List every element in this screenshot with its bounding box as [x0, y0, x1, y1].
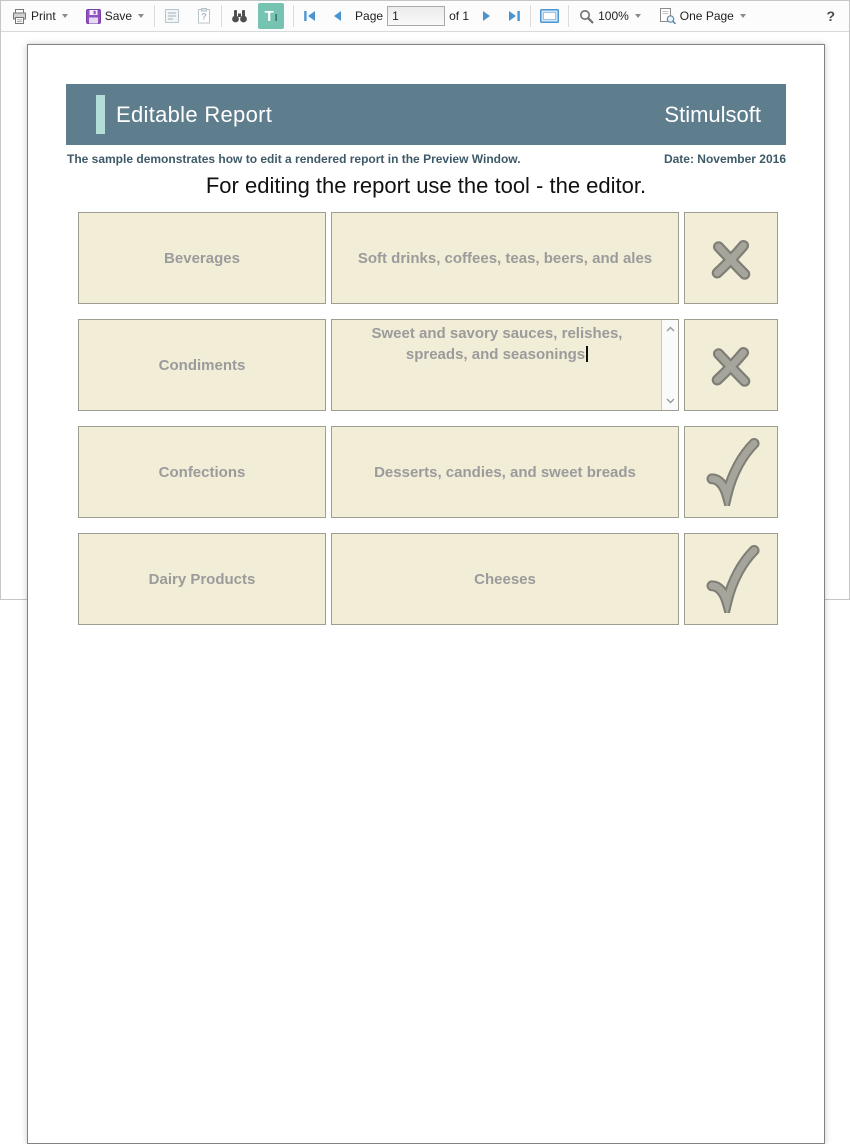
parameters-button-disabled[interactable]	[160, 4, 184, 28]
next-page-button[interactable]	[477, 6, 497, 26]
text-editor-icon: T	[265, 9, 274, 24]
full-screen-button[interactable]	[536, 5, 563, 27]
view-mode-label: One Page	[680, 9, 734, 23]
cross-mark-icon	[703, 230, 759, 286]
table-row: Dairy Products Cheeses	[78, 533, 778, 625]
table-row: Beverages Soft drinks, coffees, teas, be…	[78, 212, 778, 304]
first-page-button[interactable]	[299, 6, 321, 26]
report-subtitle: The sample demonstrates how to edit a re…	[67, 152, 521, 166]
previous-page-icon	[331, 10, 343, 22]
scroll-down-icon	[666, 398, 675, 404]
table-row: Condiments Sweet and savory sauces, reli…	[78, 319, 778, 411]
toolbar: Print Save ?	[1, 1, 849, 32]
help-button[interactable]: ?	[826, 8, 835, 24]
view-mode-button[interactable]: One Page	[654, 5, 751, 27]
page-count-label: of 1	[449, 9, 469, 23]
category-cell[interactable]: Confections	[78, 426, 326, 518]
description-cell[interactable]: Soft drinks, coffees, teas, beers, and a…	[331, 212, 679, 304]
report-heading: For editing the report use the tool - th…	[28, 173, 824, 199]
report-date: Date: November 2016	[664, 152, 786, 166]
description-text: Sweet and savory sauces, relishes, sprea…	[372, 325, 623, 363]
svg-text:?: ?	[201, 12, 207, 22]
scroll-up-icon	[666, 326, 675, 332]
description-inner: Desserts, candies, and sweet breads	[344, 462, 666, 483]
printer-icon	[12, 9, 27, 24]
ibeam-cursor-icon: I	[275, 14, 278, 24]
previous-page-button[interactable]	[327, 6, 347, 26]
description-text: Desserts, candies, and sweet breads	[374, 464, 636, 481]
save-icon	[86, 9, 101, 24]
save-label: Save	[105, 9, 132, 23]
brand-name: Stimulsoft	[664, 102, 761, 128]
description-inner: Cheeses	[344, 569, 666, 590]
report-table: Beverages Soft drinks, coffees, teas, be…	[78, 212, 778, 640]
description-cell[interactable]: Desserts, candies, and sweet breads	[331, 426, 679, 518]
first-page-icon	[303, 10, 317, 22]
last-page-button[interactable]	[503, 6, 525, 26]
separator	[154, 5, 155, 27]
print-button[interactable]: Print	[7, 6, 73, 27]
clipboard-button-disabled[interactable]: ?	[192, 4, 216, 28]
separator	[221, 5, 222, 27]
page-label: Page	[355, 9, 383, 23]
report-header-band: Editable Report Stimulsoft	[66, 84, 786, 145]
report-subline: The sample demonstrates how to edit a re…	[67, 152, 786, 166]
full-screen-icon	[540, 9, 559, 23]
parameters-icon	[164, 8, 180, 24]
next-page-icon	[481, 10, 493, 22]
zoom-button[interactable]: 100%	[574, 6, 646, 27]
accent-bar	[96, 95, 105, 134]
separator	[568, 5, 569, 27]
description-cell[interactable]: Sweet and savory sauces, relishes, sprea…	[331, 319, 679, 411]
report-page: Editable Report Stimulsoft The sample de…	[27, 44, 825, 1144]
edit-scrollbar[interactable]	[661, 320, 678, 410]
magnifier-icon	[579, 9, 594, 24]
chevron-down-icon	[62, 14, 68, 18]
separator	[293, 5, 294, 27]
one-page-icon	[659, 8, 676, 24]
table-row: Confections Desserts, candies, and sweet…	[78, 426, 778, 518]
find-button[interactable]	[227, 5, 252, 27]
category-cell[interactable]: Dairy Products	[78, 533, 326, 625]
description-inner: Sweet and savory sauces, relishes, sprea…	[340, 323, 654, 365]
category-text: Dairy Products	[149, 569, 256, 590]
category-cell[interactable]: Beverages	[78, 212, 326, 304]
preview-area: Editable Report Stimulsoft The sample de…	[1, 32, 849, 599]
category-cell[interactable]: Condiments	[78, 319, 326, 411]
category-text: Condiments	[159, 355, 246, 376]
description-text: Cheeses	[474, 571, 536, 588]
chevron-down-icon	[138, 14, 144, 18]
status-cell[interactable]	[684, 319, 778, 411]
category-text: Beverages	[164, 248, 240, 269]
clipboard-question-icon: ?	[196, 8, 212, 24]
chevron-down-icon	[635, 14, 641, 18]
cross-mark-icon	[703, 337, 759, 393]
description-text: Soft drinks, coffees, teas, beers, and a…	[358, 250, 652, 267]
status-cell[interactable]	[684, 212, 778, 304]
save-button[interactable]: Save	[81, 6, 149, 27]
page-number-input[interactable]	[387, 6, 445, 26]
report-title: Editable Report	[116, 102, 272, 128]
description-inner: Soft drinks, coffees, teas, beers, and a…	[344, 248, 666, 269]
chevron-down-icon	[740, 14, 746, 18]
last-page-icon	[507, 10, 521, 22]
status-cell[interactable]	[684, 426, 778, 518]
category-text: Confections	[159, 462, 246, 483]
status-cell[interactable]	[684, 533, 778, 625]
text-editor-tool-button-active[interactable]: TI	[258, 3, 284, 29]
check-mark-icon	[702, 438, 760, 506]
zoom-value: 100%	[598, 9, 629, 23]
text-caret	[586, 346, 588, 362]
binoculars-icon	[231, 9, 248, 23]
separator	[530, 5, 531, 27]
print-label: Print	[31, 9, 56, 23]
check-mark-icon	[702, 545, 760, 613]
description-cell[interactable]: Cheeses	[331, 533, 679, 625]
